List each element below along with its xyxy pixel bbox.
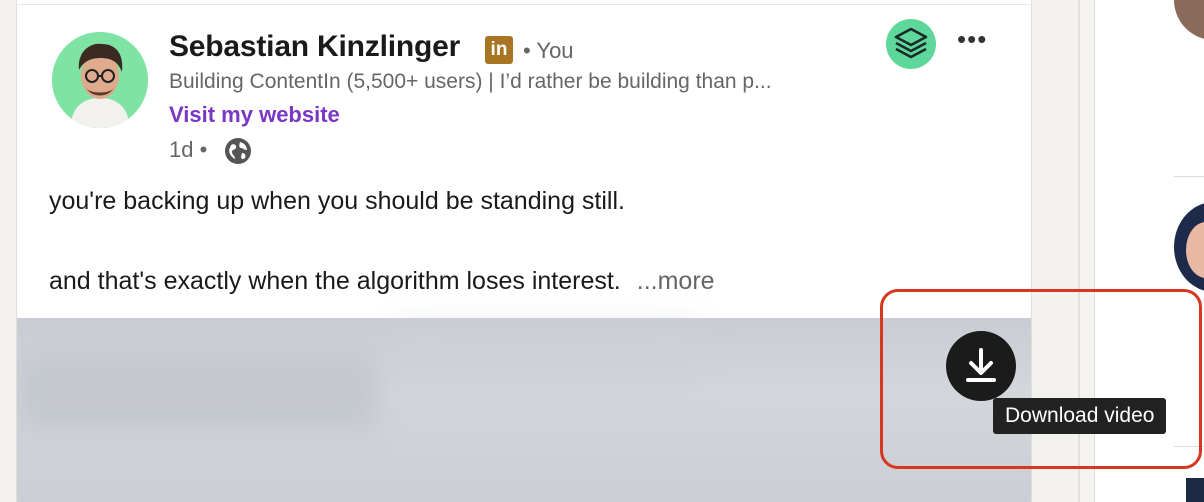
video-player[interactable] <box>17 318 1031 502</box>
post-timestamp: 1d • <box>169 137 208 162</box>
download-video-button[interactable] <box>946 331 1016 401</box>
sidebar-divider <box>1174 176 1204 177</box>
connection-degree-label: • You <box>523 38 574 63</box>
author-name[interactable]: Sebastian Kinzlinger <box>169 30 460 64</box>
more-options-icon[interactable]: ••• <box>957 24 987 55</box>
card-top-divider <box>17 0 1031 5</box>
globe-icon <box>223 136 253 171</box>
visit-website-link[interactable]: Visit my website <box>169 102 340 128</box>
video-frame-blur <box>397 328 697 388</box>
video-frame-blur <box>17 358 377 428</box>
see-more-link[interactable]: ...more <box>637 267 715 295</box>
contentin-app-icon[interactable] <box>886 19 936 69</box>
linkedin-premium-icon: in <box>485 36 513 64</box>
post-text-content: and that's exactly when the algorithm lo… <box>49 267 621 295</box>
author-headline: Building ContentIn (5,500+ users) | I’d … <box>169 70 772 93</box>
sidebar-item-partial[interactable] <box>1186 478 1204 502</box>
download-video-tooltip: Download video <box>993 398 1167 434</box>
post-text-line: and that's exactly when the algorithm lo… <box>49 267 715 296</box>
download-icon <box>966 348 996 382</box>
annotation-highlight-box <box>880 289 1202 469</box>
post-text-line: you're backing up when you should be sta… <box>49 187 625 215</box>
author-avatar[interactable] <box>52 32 148 128</box>
